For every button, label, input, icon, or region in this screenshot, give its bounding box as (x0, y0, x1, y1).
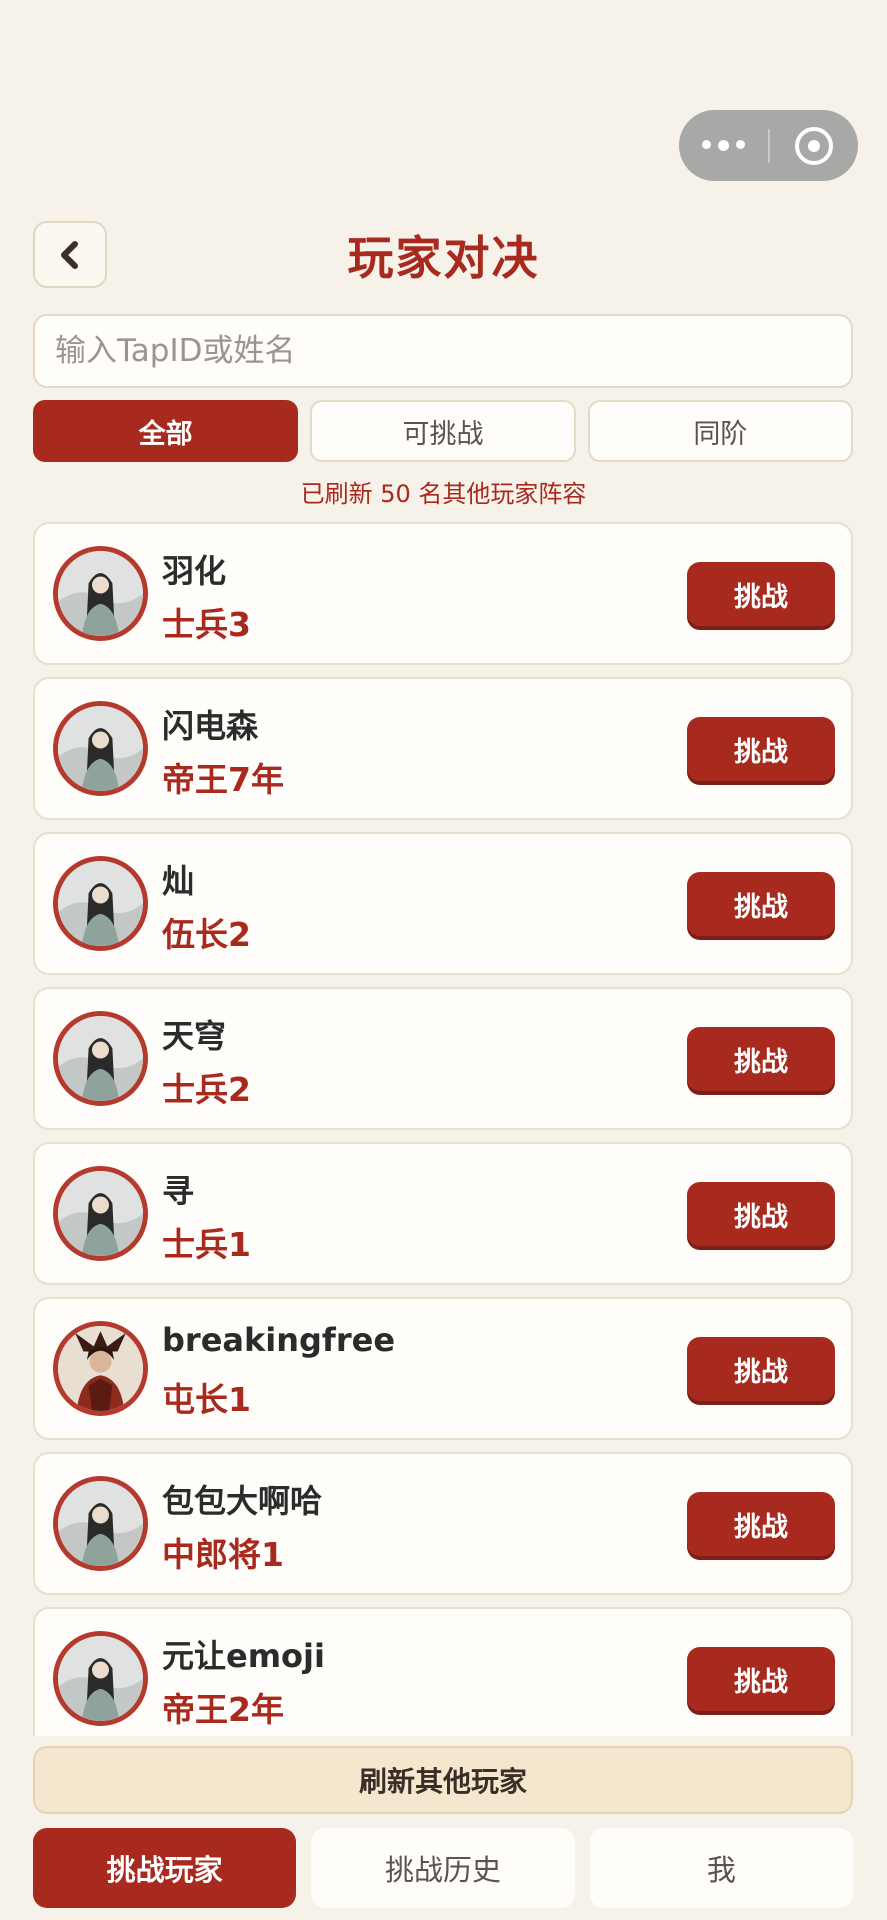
filter-all[interactable]: 全部 (33, 400, 299, 462)
player-avatar (53, 1476, 148, 1571)
scholar-avatar-icon (58, 1481, 143, 1566)
player-avatar (53, 546, 148, 641)
scholar-avatar-icon (58, 706, 143, 791)
scholar-avatar-icon (58, 1016, 143, 1101)
player-card: 天穹 士兵2 挑战 (33, 987, 853, 1130)
player-card: 闪电森 帝王7年 挑战 (33, 677, 853, 820)
tab-me[interactable]: 我 (589, 1828, 853, 1908)
search-input[interactable] (33, 314, 853, 388)
tab-challenge-history[interactable]: 挑战历史 (311, 1828, 575, 1908)
challenge-button[interactable]: 挑战 (687, 1027, 835, 1091)
filter-same-tier[interactable]: 同阶 (587, 400, 853, 462)
player-card: 灿 伍长2 挑战 (33, 832, 853, 975)
player-rank: 帝王7年 (162, 760, 284, 799)
player-rank: 中郎将1 (162, 1535, 284, 1574)
filter-tabs: 全部 可挑战 同阶 (33, 400, 853, 462)
refresh-status: 已刷新 50 名其他玩家阵容 (300, 480, 587, 508)
challenge-button[interactable]: 挑战 (687, 1647, 835, 1711)
challenge-button[interactable]: 挑战 (687, 717, 835, 781)
challenge-button[interactable]: 挑战 (687, 872, 835, 936)
page-title: 玩家对决 (347, 231, 540, 285)
scholar-avatar-icon (58, 861, 143, 946)
player-list[interactable]: 羽化 士兵3 挑战 闪电森 帝王7年 挑战 灿 伍长2 挑战 天穹 士兵2 挑战… (33, 522, 853, 1736)
player-avatar (53, 856, 148, 951)
player-rank: 伍长2 (162, 915, 251, 954)
scholar-avatar-icon (58, 551, 143, 636)
close-target-icon[interactable] (770, 126, 858, 165)
player-rank: 士兵1 (162, 1225, 251, 1264)
player-name: 闪电森 (162, 707, 259, 745)
player-avatar (53, 1166, 148, 1261)
player-card: 羽化 士兵3 挑战 (33, 522, 853, 665)
player-name: 元让emoji (162, 1637, 325, 1675)
player-avatar (53, 1011, 148, 1106)
player-card: breakingfree 屯长1 挑战 (33, 1297, 853, 1440)
player-name: 天穹 (162, 1017, 227, 1055)
player-name: 包包大啊哈 (162, 1482, 323, 1520)
challenge-button[interactable]: 挑战 (687, 562, 835, 626)
player-rank: 屯长1 (162, 1380, 251, 1419)
filter-challengeable[interactable]: 可挑战 (310, 400, 576, 462)
scholar-avatar-icon (58, 1171, 143, 1256)
player-rank: 士兵2 (162, 1070, 251, 1109)
miniprogram-capsule (679, 110, 858, 181)
warrior-avatar-icon (58, 1326, 143, 1411)
player-card: 包包大啊哈 中郎将1 挑战 (33, 1452, 853, 1595)
bottom-tab-bar: 挑战玩家 挑战历史 我 (33, 1828, 853, 1908)
player-card: 元让emoji 帝王2年 挑战 (33, 1607, 853, 1736)
tab-challenge-players[interactable]: 挑战玩家 (33, 1828, 297, 1908)
player-avatar (53, 701, 148, 796)
challenge-button[interactable]: 挑战 (687, 1182, 835, 1246)
player-rank: 士兵3 (162, 605, 251, 644)
scholar-avatar-icon (58, 1636, 143, 1721)
player-name: 灿 (162, 862, 195, 900)
player-rank: 帝王2年 (162, 1690, 284, 1729)
refresh-others-button[interactable]: 刷新其他玩家 (33, 1746, 853, 1814)
player-avatar (53, 1321, 148, 1416)
player-name: 寻 (162, 1172, 195, 1210)
player-name: breakingfree (162, 1321, 396, 1359)
player-avatar (53, 1631, 148, 1726)
challenge-button[interactable]: 挑战 (687, 1492, 835, 1556)
player-card: 寻 士兵1 挑战 (33, 1142, 853, 1285)
more-dots-icon[interactable] (679, 140, 768, 151)
challenge-button[interactable]: 挑战 (687, 1337, 835, 1401)
player-name: 羽化 (162, 552, 227, 590)
